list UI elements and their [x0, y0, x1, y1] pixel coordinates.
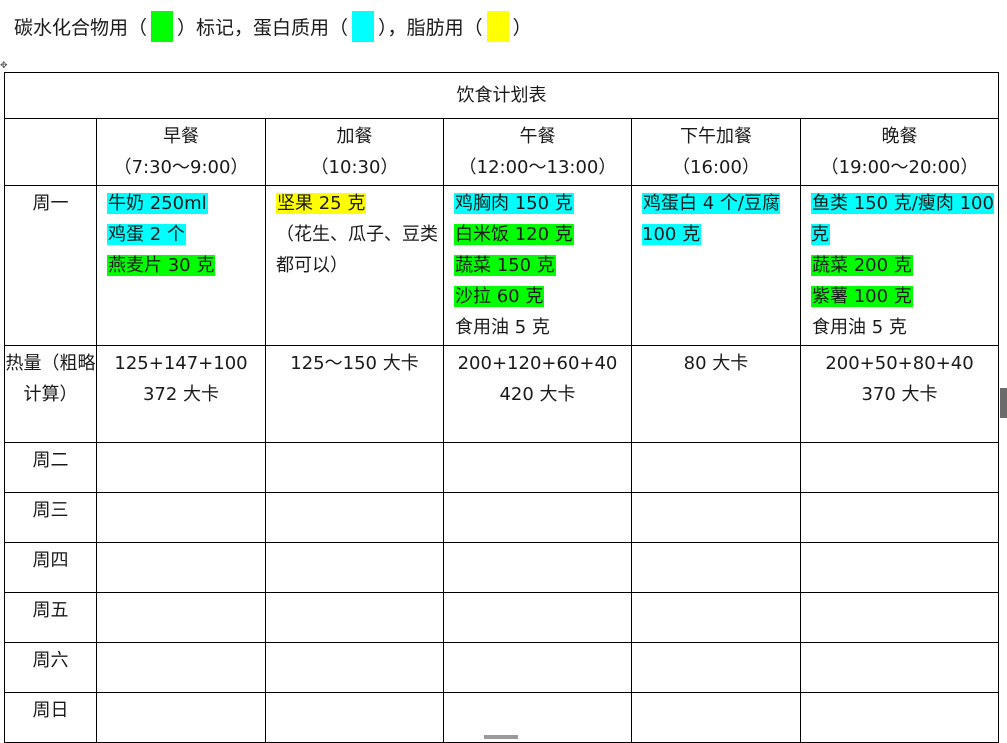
scrollbar-handle[interactable] [1000, 388, 1007, 418]
table-cell[interactable] [800, 492, 999, 543]
monday-breakfast: 牛奶 250ml 鸡蛋 2 个 燕麦片 30 克 [96, 185, 266, 346]
monday-lunch: 鸡胸肉 150 克 白米饭 120 克 蔬菜 150 克 沙拉 60 克 食用油… [443, 185, 632, 346]
header-snack-am: 加餐 （10:30） [265, 118, 444, 186]
table-cell[interactable] [96, 442, 266, 493]
table-cell[interactable] [443, 692, 632, 743]
table-cell[interactable] [631, 542, 801, 593]
table-row: 周三 [4, 492, 999, 543]
day-label: 周日 [4, 692, 97, 743]
table-row: 周四 [4, 542, 999, 593]
corner-cell [4, 118, 97, 186]
legend-carb-suffix: ）标记， [177, 16, 254, 39]
food-item: 燕麦片 30 克 [107, 255, 216, 276]
table-cell[interactable] [443, 442, 632, 493]
table-cell[interactable] [265, 542, 444, 593]
table-cell[interactable] [96, 542, 266, 593]
table-cell[interactable] [800, 692, 999, 743]
monday-snack-pm: 鸡蛋白 4 个/豆腐 100 克 [631, 185, 801, 346]
row-resize-handle[interactable] [484, 735, 518, 739]
calories-snack-am: 125～150 大卡 [265, 345, 444, 443]
table-title: 饮食计划表 [4, 72, 999, 119]
diet-plan-table: 饮食计划表 早餐 （7:30～9:00） 加餐 （10:30） 午餐 （12:0… [4, 72, 999, 743]
table-cell[interactable] [443, 592, 632, 643]
table-cell[interactable] [443, 492, 632, 543]
food-item: 坚果 25 克 [276, 193, 367, 214]
table-cell[interactable] [265, 442, 444, 493]
fat-swatch [486, 10, 509, 42]
food-item: 蔬菜 150 克 [454, 255, 556, 276]
header-dinner: 晚餐 （19:00～20:00） [800, 118, 999, 186]
food-item: 白米饭 120 克 [454, 224, 574, 245]
meal-header-row: 早餐 （7:30～9:00） 加餐 （10:30） 午餐 （12:00～13:0… [4, 118, 999, 186]
food-item: 食用油 5 克 [812, 317, 907, 338]
day-label: 周五 [4, 592, 97, 643]
table-row: 周六 [4, 642, 999, 693]
legend-carb-prefix: 碳水化合物用（ [14, 16, 148, 39]
food-item: 蔬菜 200 克 [811, 255, 913, 276]
table-cell[interactable] [631, 642, 801, 693]
table-cell[interactable] [631, 492, 801, 543]
header-lunch: 午餐 （12:00～13:00） [443, 118, 632, 186]
food-item: 鸡胸肉 150 克 [454, 193, 574, 214]
day-label: 周一 [4, 185, 97, 346]
food-item: 牛奶 250ml [107, 193, 208, 214]
table-cell[interactable] [96, 492, 266, 543]
food-item: 沙拉 60 克 [454, 286, 545, 307]
calories-breakfast: 125+147+100 372 大卡 [96, 345, 266, 443]
monday-snack-am: 坚果 25 克 （花生、瓜子、豆类都可以） [265, 185, 444, 346]
table-cell[interactable] [96, 592, 266, 643]
day-label: 周六 [4, 642, 97, 693]
food-note: （花生、瓜子、豆类都可以） [276, 224, 438, 276]
table-cell[interactable] [96, 692, 266, 743]
table-cell[interactable] [800, 642, 999, 693]
table-row: 周二 [4, 442, 999, 493]
protein-swatch [352, 10, 375, 42]
table-cell[interactable] [800, 442, 999, 493]
food-item: 鱼类 150 克/瘦肉 100 克 [811, 193, 994, 245]
carb-swatch [151, 10, 174, 42]
table-cell[interactable] [631, 592, 801, 643]
table-cell[interactable] [265, 492, 444, 543]
table-row-calories: 热量（粗略计算） 125+147+100 372 大卡 125～150 大卡 2… [4, 345, 999, 443]
legend-fat-prefix: 脂肪用（ [406, 16, 483, 39]
header-snack-pm: 下午加餐 （16:00） [631, 118, 801, 186]
food-item: 鸡蛋 2 个 [107, 224, 186, 245]
calories-snack-pm: 80 大卡 [631, 345, 801, 443]
calories-lunch: 200+120+60+40 420 大卡 [443, 345, 632, 443]
day-label: 周三 [4, 492, 97, 543]
legend-protein-prefix: 蛋白质用（ [253, 16, 349, 39]
table-cell[interactable] [265, 692, 444, 743]
calories-label: 热量（粗略计算） [4, 345, 97, 443]
food-item: 食用油 5 克 [455, 317, 550, 338]
table-cell[interactable] [800, 542, 999, 593]
legend-fat-suffix: ） [512, 16, 532, 39]
table-cell[interactable] [800, 592, 999, 643]
legend: 碳水化合物用（ ）标记， 蛋白质用（ ）， 脂肪用（ ） [14, 9, 532, 43]
table-move-handle-icon[interactable]: ✥ [0, 62, 8, 71]
table-cell[interactable] [265, 642, 444, 693]
table-row-monday: 周一 牛奶 250ml 鸡蛋 2 个 燕麦片 30 克 坚果 25 克 （花生、… [4, 185, 999, 346]
table-cell[interactable] [631, 692, 801, 743]
table-row: 周五 [4, 592, 999, 643]
table-cell[interactable] [265, 592, 444, 643]
legend-protein-suffix: ）， [378, 16, 407, 39]
calories-dinner: 200+50+80+40 370 大卡 [800, 345, 999, 443]
table-cell[interactable] [96, 642, 266, 693]
food-item: 紫薯 100 克 [811, 286, 913, 307]
table-cell[interactable] [443, 542, 632, 593]
table-cell[interactable] [443, 642, 632, 693]
food-item: 鸡蛋白 4 个/豆腐 100 克 [642, 193, 780, 245]
monday-dinner: 鱼类 150 克/瘦肉 100 克 蔬菜 200 克 紫薯 100 克 食用油 … [800, 185, 999, 346]
table-cell[interactable] [631, 442, 801, 493]
day-label: 周四 [4, 542, 97, 593]
header-breakfast: 早餐 （7:30～9:00） [96, 118, 266, 186]
day-label: 周二 [4, 442, 97, 493]
